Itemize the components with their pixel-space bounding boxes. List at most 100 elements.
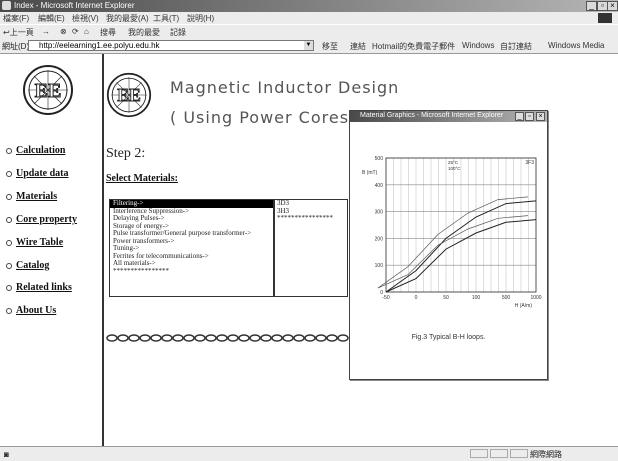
x-tick-label: 0 — [415, 295, 418, 301]
material-grade-label: 3F3 — [525, 160, 534, 166]
chain-link — [139, 334, 151, 342]
security-zone: 網際網路 — [530, 450, 562, 459]
favorites-button[interactable]: 我的最愛 — [128, 27, 160, 38]
menu-file[interactable]: 檔案(F) — [3, 13, 29, 24]
popup-maximize-button[interactable]: ▫ — [525, 112, 534, 121]
popup-close-button[interactable]: × — [536, 112, 545, 121]
page-status-icon: ◙ — [4, 450, 9, 459]
y-axis-label: B (mT) — [362, 170, 378, 176]
home-button[interactable]: ⌂ — [84, 27, 89, 36]
chain-link — [315, 334, 327, 342]
nav-wire-table[interactable]: Wire Table — [6, 237, 63, 248]
ie-throbber-icon — [598, 13, 612, 23]
menu-view[interactable]: 檢視(V) — [72, 13, 99, 24]
select-materials-heading: Select Materials: — [106, 173, 178, 184]
grade-option[interactable]: **************** — [275, 214, 347, 223]
x-tick-label: 1000 — [530, 295, 541, 301]
menu-help[interactable]: 說明(H) — [187, 13, 214, 24]
chain-link — [150, 334, 162, 342]
nav-core-property[interactable]: Core property — [6, 214, 77, 225]
left-nav-frame: EE Calculation Update data Materials Cor… — [0, 54, 104, 446]
material-graphics-popup: Material Graphics - Microsoft Internet E… — [349, 110, 548, 380]
legend-entry: 100°C — [448, 166, 461, 171]
minimize-button[interactable]: _ — [586, 1, 597, 11]
ie-icon — [2, 1, 11, 10]
chain-link — [337, 334, 349, 342]
address-dropdown-icon[interactable]: ▼ — [304, 41, 313, 50]
status-segment — [470, 449, 488, 458]
y-tick-label: 300 — [375, 210, 384, 216]
bh-curve-return — [377, 215, 529, 289]
refresh-button[interactable]: ⟳ — [72, 27, 79, 36]
chain-link — [238, 334, 250, 342]
materials-listbox[interactable]: Filtering-> Interference Suppression-> Del… — [109, 199, 274, 297]
y-tick-label: 200 — [375, 236, 384, 242]
menu-bar: 檔案(F) 編輯(E) 檢視(V) 我的最愛(A) 工具(T) 說明(H) — [0, 12, 618, 24]
chain-link — [326, 334, 338, 342]
grades-listbox[interactable]: 3D3 3H3 **************** — [274, 199, 348, 297]
link-hotmail[interactable]: Hotmail的免費電子郵件 — [372, 41, 455, 52]
nav-about-us[interactable]: About Us — [6, 305, 56, 316]
link-windows[interactable]: Windows — [462, 41, 494, 50]
menu-edit[interactable]: 編輯(E) — [38, 13, 65, 24]
close-button[interactable]: × — [607, 1, 618, 11]
chain-link — [172, 334, 184, 342]
search-button[interactable]: 搜尋 — [100, 27, 116, 38]
chain-link — [117, 334, 129, 342]
status-segment — [510, 449, 528, 458]
ee-banner-logo: EE — [106, 72, 152, 118]
link-windows-media[interactable]: Windows Media — [548, 41, 604, 50]
x-tick-label: 100 — [472, 295, 481, 301]
legend-entry: 25°C — [448, 160, 459, 165]
ee-logo: EE — [23, 65, 73, 115]
address-input[interactable]: http://eelearning1.ee.polyu.edu.hk ▼ — [28, 40, 314, 51]
go-button[interactable]: 移至 — [322, 41, 338, 52]
nav-catalog[interactable]: Catalog — [6, 260, 49, 271]
chain-link — [293, 334, 305, 342]
x-tick-label: 500 — [502, 295, 511, 301]
stop-button[interactable]: ⊗ — [60, 27, 67, 36]
chain-link — [260, 334, 272, 342]
nav-calculation[interactable]: Calculation — [6, 145, 65, 156]
links-label: 連結 — [350, 42, 366, 51]
banner-logo-text: EE — [117, 85, 141, 105]
popup-titlebar: Material Graphics - Microsoft Internet E… — [350, 111, 547, 122]
menu-tools[interactable]: 工具(T) — [153, 13, 179, 24]
chain-link — [271, 334, 283, 342]
chain-link — [205, 334, 217, 342]
chain-link — [249, 334, 261, 342]
bh-loop-chart: 0100200300400500-50 0 50 100 500 1000H (A/m)B… — [362, 156, 542, 309]
bh-curve-return — [377, 196, 529, 289]
history-button[interactable]: 記錄 — [170, 27, 186, 38]
address-url: http://eelearning1.ee.polyu.edu.hk — [39, 41, 160, 50]
nav-materials[interactable]: Materials — [6, 191, 57, 202]
chain-link — [128, 334, 140, 342]
y-tick-label: 500 — [375, 156, 384, 162]
y-tick-label: 100 — [375, 263, 384, 269]
nav-related-links[interactable]: Related links — [6, 282, 72, 293]
popup-minimize-button[interactable]: _ — [515, 112, 524, 121]
back-button[interactable]: ↩上一頁 — [3, 27, 34, 38]
figure-caption: Fig.3 Typical B-H loops. — [411, 334, 486, 341]
chain-divider — [106, 334, 349, 342]
menu-favorites[interactable]: 我的最愛(A) — [106, 13, 149, 24]
chain-link — [282, 334, 294, 342]
chain-link — [106, 334, 118, 342]
window-title: Index - Microsoft Internet Explorer — [14, 1, 135, 10]
popup-title: Material Graphics - Microsoft Internet E… — [360, 112, 504, 119]
toolbar: ↩上一頁 → ⊗ ⟳ ⌂ 搜尋 我的最愛 記錄 — [0, 24, 618, 40]
chain-link — [227, 334, 239, 342]
forward-button[interactable]: → — [42, 27, 50, 36]
link-custom[interactable]: 自訂連結 — [500, 41, 532, 52]
material-option[interactable]: **************** — [110, 267, 273, 276]
status-bar: ◙ 網際網路 — [0, 446, 618, 461]
address-bar: 網址(D) http://eelearning1.ee.polyu.edu.hk… — [0, 39, 618, 54]
chain-link — [161, 334, 173, 342]
chain-link — [216, 334, 228, 342]
popup-body: 0 100 200 300 400 500 -50 0 50 100 500 1000 H (A/m) B… — [350, 122, 547, 379]
chain-link — [304, 334, 316, 342]
x-axis-label: H (A/m) — [515, 303, 533, 309]
window-titlebar: Index - Microsoft Internet Explorer _ ▫ … — [0, 0, 618, 12]
nav-update-data[interactable]: Update data — [6, 168, 69, 179]
address-label: 網址(D) — [2, 42, 30, 51]
